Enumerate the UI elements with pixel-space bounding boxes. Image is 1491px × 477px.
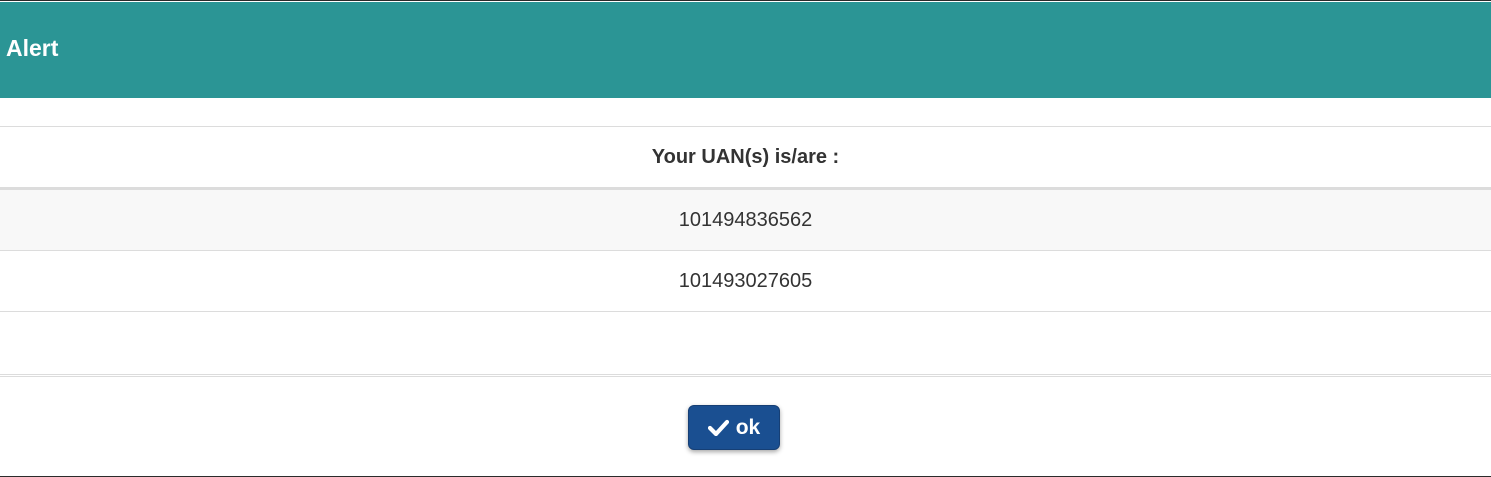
table-row: 101493027605 [0, 250, 1491, 312]
ok-button-label: ok [735, 415, 761, 439]
dialog-header: Alert [0, 2, 1491, 98]
alert-dialog: Alert Your UAN(s) is/are : 101494836562 … [0, 0, 1491, 477]
dialog-title: Alert [6, 35, 59, 61]
ok-button[interactable]: ok [688, 405, 780, 450]
uan-column-header: Your UAN(s) is/are : [0, 126, 1491, 190]
uan-table: Your UAN(s) is/are : 101494836562 101493… [0, 126, 1491, 375]
table-row: 101494836562 [0, 188, 1491, 251]
uan-value: 101493027605 [0, 250, 1491, 312]
table-header-row: Your UAN(s) is/are : [0, 126, 1491, 190]
footer-divider [0, 376, 1491, 377]
uan-value: 101494836562 [0, 188, 1491, 251]
check-icon [707, 419, 729, 436]
table-row-empty [0, 311, 1491, 375]
